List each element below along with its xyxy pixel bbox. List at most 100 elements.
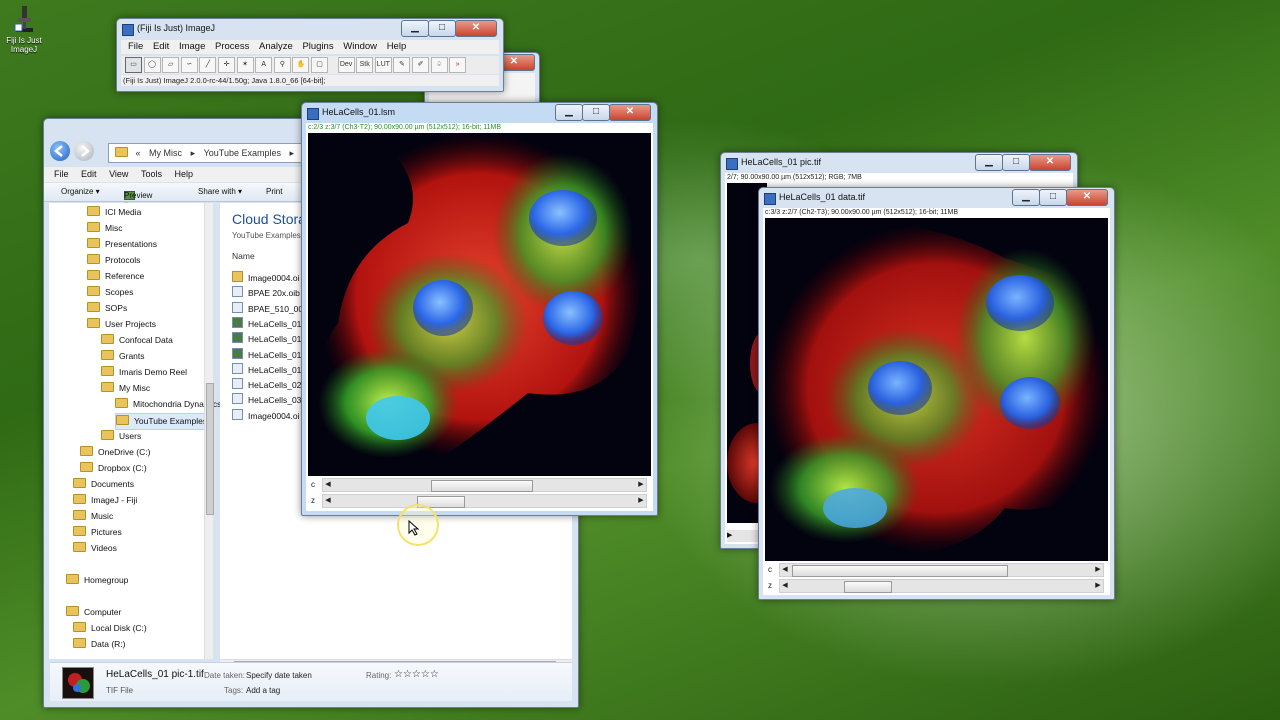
more-tools[interactable]: » <box>449 57 467 73</box>
arrow-left-icon[interactable]: ◀ <box>780 564 790 576</box>
arrow-left-icon[interactable]: ◀ <box>323 479 333 491</box>
oval-tool[interactable]: ◯ <box>143 57 161 73</box>
list-item[interactable]: HeLaCells_01 <box>232 332 301 344</box>
nav-item[interactable]: Scopes <box>87 285 133 300</box>
polygon-tool[interactable]: ▱ <box>162 57 180 73</box>
ij-menu-analyze[interactable]: Analyze <box>259 41 293 52</box>
nav-item[interactable]: OneDrive (C:) <box>80 445 150 460</box>
nav-item[interactable]: Documents <box>73 477 134 492</box>
desktop-icon-fiji[interactable]: Fiji Is Just ImageJ <box>4 4 44 54</box>
minimize-button[interactable]: ▁ <box>975 154 1003 171</box>
breadcrumb-youtube-examples[interactable]: YouTube Examples <box>204 148 281 158</box>
pic-titlebar[interactable]: HeLaCells_01 pic.tif ▁ □ ✕ <box>721 153 1077 173</box>
breadcrumb-overflow[interactable]: « <box>136 148 141 158</box>
pencil-tool[interactable]: ✎ <box>393 57 411 73</box>
data-image-canvas[interactable] <box>765 218 1108 561</box>
menu-help[interactable]: Help <box>174 169 193 179</box>
channel-slider-thumb[interactable] <box>431 480 533 492</box>
details-date-value[interactable]: Specify date taken <box>246 671 312 680</box>
close-button[interactable]: ✕ <box>1066 189 1108 206</box>
brush-tool[interactable]: ✐ <box>412 57 429 73</box>
lsm-image-canvas[interactable] <box>308 133 651 476</box>
dev-tool[interactable]: Dev <box>337 57 355 73</box>
wand-tool[interactable]: ✶ <box>236 57 254 73</box>
stk-tool[interactable]: Stk <box>356 57 374 73</box>
menu-tools[interactable]: Tools <box>141 169 162 179</box>
nav-item[interactable]: Music <box>73 509 113 524</box>
text-tool[interactable]: A <box>255 57 273 73</box>
flood-fill-tool[interactable]: ♤ <box>430 57 448 73</box>
channel-slider[interactable]: c ◀ ▶ <box>768 563 1104 577</box>
ij-menu-help[interactable]: Help <box>387 41 407 52</box>
arrow-right-icon[interactable]: ▶ <box>1093 580 1103 592</box>
breadcrumb-my-misc[interactable]: My Misc <box>149 148 182 158</box>
nav-scrollbar[interactable] <box>204 203 214 659</box>
list-item[interactable]: BPAE 20x.oib <box>232 286 300 298</box>
nav-item[interactable]: Presentations <box>87 237 157 252</box>
magnifier-tool[interactable]: ⚲ <box>273 57 291 73</box>
share-with-button[interactable]: Share with ▾ <box>198 187 242 196</box>
list-item[interactable]: HeLaCells_01 <box>232 347 301 360</box>
breadcrumb-sep[interactable]: ▸ <box>290 148 295 158</box>
channel-slider-thumb[interactable] <box>792 565 1008 577</box>
minimize-button[interactable]: ▁ <box>401 20 429 37</box>
print-button[interactable]: Print <box>266 187 282 196</box>
list-item[interactable]: HeLaCells_01. <box>232 362 304 375</box>
menu-edit[interactable]: Edit <box>81 169 97 179</box>
nav-item[interactable]: Homegroup <box>66 573 128 588</box>
list-item[interactable]: HeLaCells_01 <box>232 316 301 329</box>
arrow-right-icon[interactable]: ▶ <box>636 495 646 507</box>
list-item[interactable]: BPAE_510_001 <box>232 301 308 314</box>
arrow-right-icon[interactable]: ▶ <box>636 479 646 491</box>
nav-item[interactable]: Reference <box>87 269 144 284</box>
close-button[interactable]: ✕ <box>1029 154 1071 171</box>
nav-item[interactable]: YouTube Examples <box>115 413 209 430</box>
ij-menu-window[interactable]: Window <box>343 41 377 52</box>
nav-item[interactable]: Local Disk (C:) <box>73 621 147 636</box>
nav-item[interactable]: User Projects <box>87 317 156 332</box>
lsm-titlebar[interactable]: HeLaCells_01.lsm ▁ □ ✕ <box>302 103 657 123</box>
nav-item[interactable]: Pictures <box>73 525 122 540</box>
hand-tool[interactable]: ✋ <box>292 57 310 73</box>
organize-button[interactable]: Organize ▾ <box>61 187 100 196</box>
lut-tool[interactable]: LUT <box>374 57 392 73</box>
color-picker-tool[interactable]: ▢ <box>311 57 328 73</box>
ij-menu-process[interactable]: Process <box>215 41 249 52</box>
nav-item[interactable]: Videos <box>73 541 117 556</box>
list-item[interactable]: HeLaCells_02. <box>232 378 304 390</box>
freehand-tool[interactable]: ∽ <box>180 57 198 73</box>
details-tags-value[interactable]: Add a tag <box>246 686 280 695</box>
list-item[interactable]: Image0004.oi <box>232 271 300 283</box>
ij-menu-edit[interactable]: Edit <box>153 41 169 52</box>
nav-item[interactable]: Users <box>101 429 141 444</box>
imagej-titlebar[interactable]: (Fiji Is Just) ImageJ ▁ □ ✕ <box>117 19 503 39</box>
rating-stars[interactable]: ☆☆☆☆☆ <box>394 669 439 680</box>
line-tool[interactable]: ╱ <box>199 57 217 73</box>
arrow-left-icon[interactable]: ◀ <box>780 580 790 592</box>
menu-view[interactable]: View <box>109 169 128 179</box>
nav-item[interactable]: Grants <box>101 349 145 364</box>
nav-item[interactable]: Protocols <box>87 253 140 268</box>
nav-item[interactable]: ICI Media <box>87 205 141 220</box>
z-slider[interactable]: z ◀ ▶ <box>311 494 647 508</box>
minimize-button[interactable]: ▁ <box>555 104 583 121</box>
nav-item[interactable]: My Misc <box>101 381 150 396</box>
list-item[interactable]: Image0004.oi <box>232 408 300 421</box>
rectangle-tool[interactable]: ▭ <box>125 57 142 73</box>
forward-button[interactable] <box>74 141 94 161</box>
nav-item[interactable]: Confocal Data <box>101 333 173 348</box>
maximize-button[interactable]: □ <box>428 20 456 37</box>
back-button[interactable] <box>50 141 70 161</box>
ij-menu-plugins[interactable]: Plugins <box>302 41 333 52</box>
arrow-left-icon[interactable]: ◀ <box>323 495 333 507</box>
arrow-right-icon[interactable]: ▶ <box>1093 564 1103 576</box>
breadcrumb-sep[interactable]: ▸ <box>191 148 196 158</box>
channel-slider[interactable]: c ◀ ▶ <box>311 478 647 492</box>
nav-item[interactable]: Misc <box>87 221 122 236</box>
ij-menu-file[interactable]: File <box>128 41 143 52</box>
nav-item[interactable]: SOPs <box>87 301 127 316</box>
z-slider[interactable]: z ◀ ▶ <box>768 579 1104 593</box>
close-button[interactable]: ✕ <box>455 20 497 37</box>
multipoint-tool[interactable]: ✛ <box>218 57 235 73</box>
nav-item[interactable]: Dropbox (C:) <box>80 461 147 476</box>
